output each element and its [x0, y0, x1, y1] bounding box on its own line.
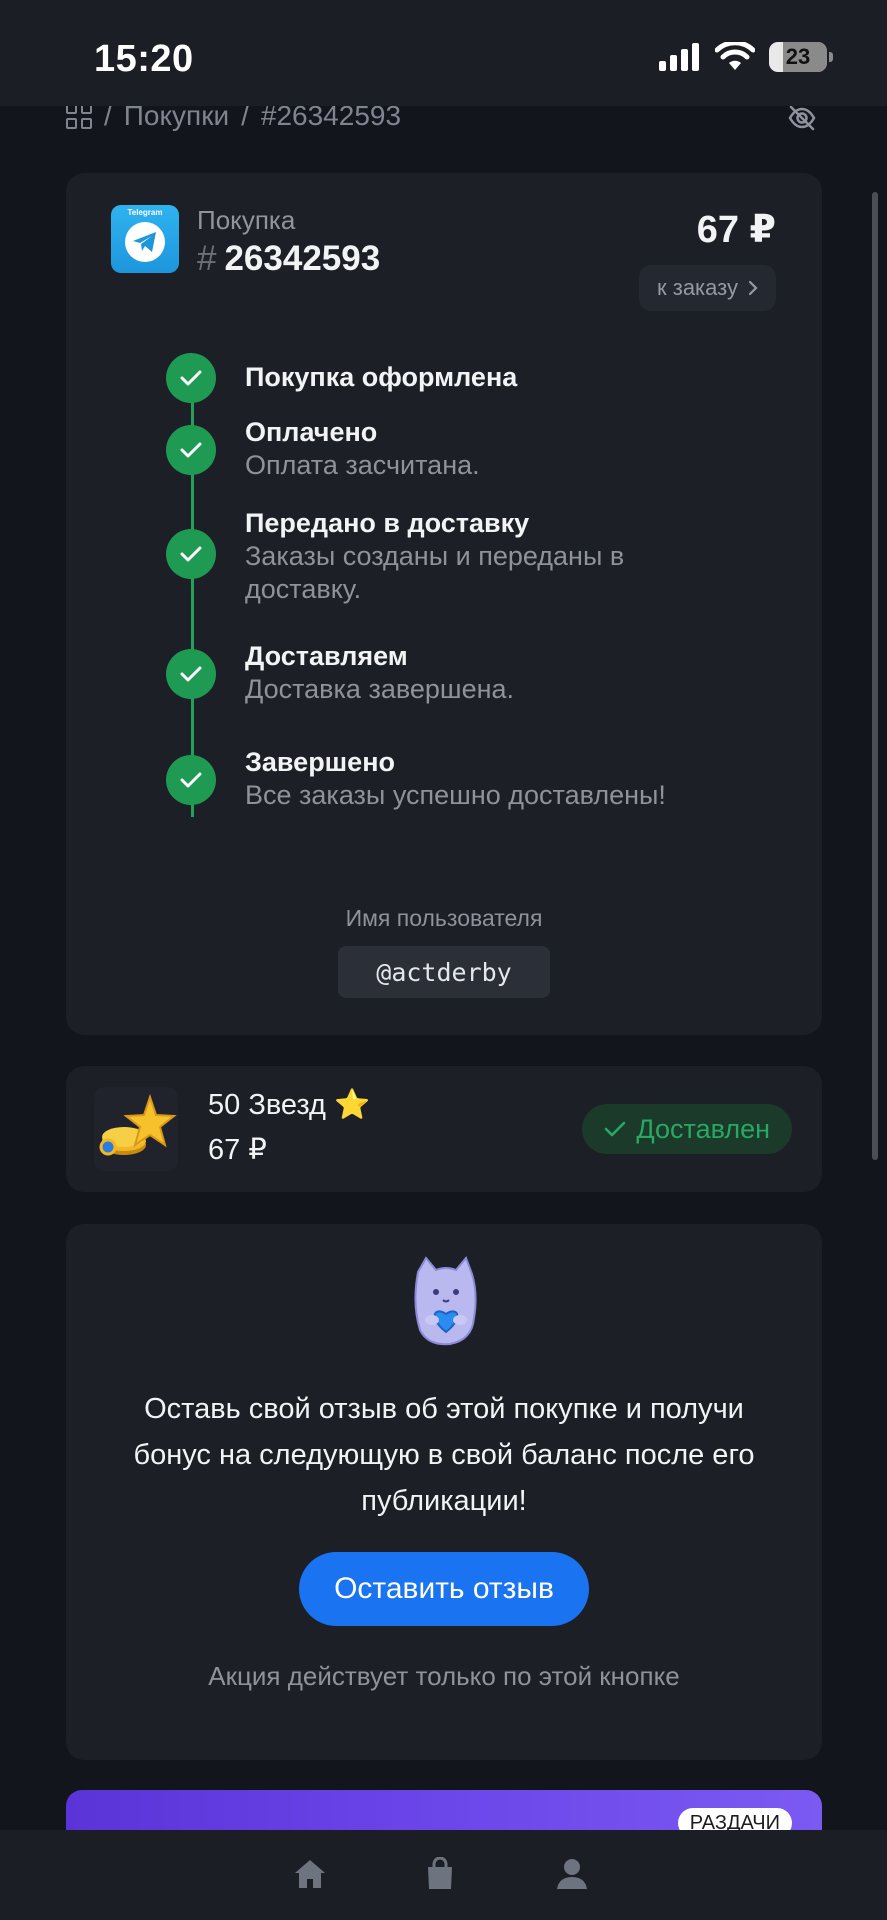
- star-icon: [94, 1087, 178, 1171]
- signal-icon: [659, 43, 699, 71]
- promo-note: Акция действует только по этой кнопке: [208, 1661, 680, 1691]
- check-icon: [605, 1121, 626, 1137]
- battery-icon: 23: [769, 42, 833, 72]
- telegram-logo-text: Telegram: [127, 208, 163, 217]
- wifi-icon: [715, 42, 755, 70]
- timeline-step-desc: Доставка завершена.: [245, 674, 515, 704]
- battery-level: 23: [785, 44, 811, 69]
- status-time: 15:20: [94, 38, 194, 80]
- grid-icon[interactable]: [66, 103, 92, 129]
- scrollbar[interactable]: [872, 192, 878, 1160]
- status-badge: Доставлен: [582, 1104, 792, 1154]
- status-badge-label: Доставлен: [636, 1113, 770, 1144]
- check-icon: [166, 649, 216, 699]
- eye-off-icon[interactable]: [787, 103, 817, 133]
- purchase-id: 26342593: [224, 239, 381, 278]
- timeline-step-title: Завершено: [245, 747, 396, 777]
- bottom-nav: [0, 1830, 887, 1920]
- nav-home[interactable]: [290, 1854, 330, 1894]
- item-price: 67 ₽: [208, 1134, 267, 1166]
- review-card: Оставь свой отзыв об этой покупке и полу…: [66, 1224, 822, 1760]
- timeline-step-desc: Заказы созданы и переданы в доставку.: [245, 541, 625, 604]
- nav-purchases[interactable]: [420, 1854, 460, 1894]
- telegram-icon: Telegram: [111, 205, 179, 273]
- status-icons: 23: [659, 42, 833, 72]
- timeline-step-title: Оплачено: [245, 417, 378, 447]
- timeline-step-title: Покупка оформлена: [245, 362, 518, 392]
- item-title: 50 Звезд ⭐: [208, 1089, 371, 1121]
- timeline-step-desc: Оплата засчитана.: [245, 450, 480, 480]
- to-order-button[interactable]: к заказу: [639, 265, 776, 311]
- home-icon: [295, 1860, 325, 1888]
- hash-symbol: #: [197, 239, 217, 278]
- to-order-label: к заказу: [657, 275, 738, 300]
- timeline-step-title: Передано в доставку: [245, 508, 530, 538]
- leave-review-button[interactable]: Оставить отзыв: [299, 1552, 589, 1626]
- profile-icon: [557, 1859, 587, 1889]
- check-icon: [166, 425, 216, 475]
- cat-sticker-icon: [414, 1256, 477, 1346]
- timeline-step-desc: Все заказы успешно доставлены!: [245, 780, 666, 810]
- purchase-price: 67 ₽: [696, 209, 776, 251]
- bag-icon: [428, 1857, 452, 1889]
- check-icon: [166, 755, 216, 805]
- username-value[interactable]: @actderby: [338, 946, 550, 998]
- review-text: Оставь свой отзыв об этой покупке и полу…: [133, 1393, 755, 1517]
- purchase-label: Покупка: [197, 205, 296, 235]
- purchase-number: #26342593: [197, 239, 380, 279]
- check-icon: [166, 529, 216, 579]
- chevron-right-icon: [748, 280, 758, 296]
- nav-profile[interactable]: [552, 1854, 592, 1894]
- timeline-step-title: Доставляем: [245, 641, 408, 671]
- status-bar: 15:20 23: [0, 0, 887, 106]
- check-icon: [166, 353, 216, 403]
- order-item-card[interactable]: 50 Звезд ⭐ 67 ₽ Доставлен: [66, 1066, 822, 1192]
- username-label: Имя пользователя: [345, 905, 543, 931]
- purchase-card: Telegram Покупка #26342593 67 ₽ к заказу…: [66, 173, 822, 1035]
